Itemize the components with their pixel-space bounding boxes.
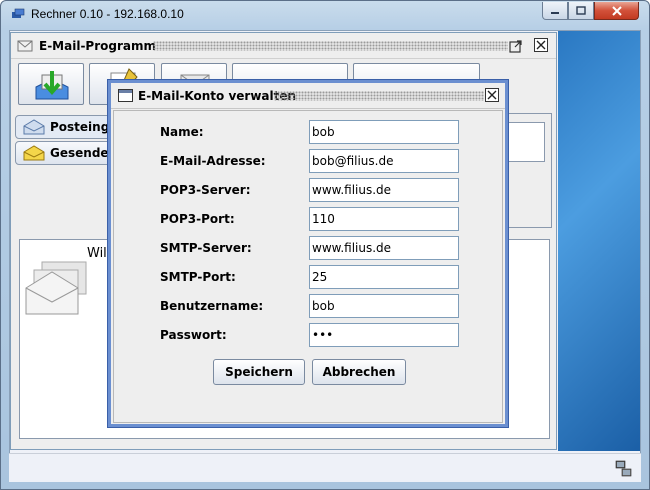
inbox-icon <box>23 119 45 135</box>
undock-icon[interactable] <box>509 39 523 53</box>
username-label: Benutzername: <box>160 299 264 313</box>
network-connection-icon[interactable] <box>615 460 633 478</box>
form-row-smtp-port: SMTP-Port: <box>114 265 504 289</box>
smtp-server-input[interactable] <box>309 236 459 260</box>
tab-sent-label: Gesende <box>50 146 109 160</box>
dialog-form: Name: E-Mail-Adresse: POP3-Server: POP3-… <box>113 110 503 423</box>
network-app-icon <box>12 8 25 18</box>
smtp-port-input[interactable] <box>309 265 459 289</box>
dialog-title: E-Mail-Konto verwalten <box>138 89 297 103</box>
outer-titlebar[interactable]: Rechner 0.10 - 192.168.0.10 <box>1 1 649 29</box>
form-row-pop3-server: POP3-Server: <box>114 178 504 202</box>
email-program-titlebar[interactable]: E-Mail-Programm <box>11 33 556 59</box>
form-row-username: Benutzername: <box>114 294 504 318</box>
password-input[interactable] <box>309 323 459 347</box>
form-row-smtp-server: SMTP-Server: <box>114 236 504 260</box>
email-program-close-button[interactable] <box>534 38 548 52</box>
smtp-server-label: SMTP-Server: <box>160 241 252 255</box>
close-icon <box>536 40 546 50</box>
titlebar-grip <box>274 91 484 101</box>
receive-mail-button[interactable] <box>18 63 84 105</box>
pop3-server-label: POP3-Server: <box>160 183 251 197</box>
status-bar <box>9 453 641 482</box>
close-icon <box>487 90 497 100</box>
pop3-port-label: POP3-Port: <box>160 212 235 226</box>
titlebar-grip <box>153 41 508 51</box>
download-mail-icon <box>35 71 69 100</box>
email-label: E-Mail-Adresse: <box>160 154 266 168</box>
form-row-email: E-Mail-Adresse: <box>114 149 504 173</box>
desktop-background <box>558 31 640 451</box>
envelope-icon <box>17 40 33 52</box>
dialog-close-button[interactable] <box>485 88 499 102</box>
email-input[interactable] <box>309 149 459 173</box>
maximize-button[interactable] <box>568 2 594 20</box>
name-label: Name: <box>160 125 204 139</box>
window-close-button[interactable] <box>594 2 639 20</box>
pop3-port-input[interactable] <box>309 207 459 231</box>
name-input[interactable] <box>309 120 459 144</box>
dialog-titlebar[interactable]: E-Mail-Konto verwalten <box>111 83 505 109</box>
form-row-password: Passwort: <box>114 323 504 347</box>
smtp-port-label: SMTP-Port: <box>160 270 236 284</box>
email-program-title: E-Mail-Programm <box>39 39 156 53</box>
envelope-stack-icon <box>25 261 87 315</box>
email-account-dialog: E-Mail-Konto verwalten Name: E-Mail-Adre… <box>108 80 508 427</box>
save-button[interactable]: Speichern <box>213 359 305 385</box>
minimize-icon <box>551 11 559 14</box>
form-row-pop3-port: POP3-Port: <box>114 207 504 231</box>
minimize-button[interactable] <box>542 2 568 20</box>
window-icon <box>118 89 133 102</box>
mail-view-text: Will <box>87 246 111 261</box>
password-label: Passwort: <box>160 328 227 342</box>
outer-window-title: Rechner 0.10 - 192.168.0.10 <box>31 7 184 21</box>
sent-icon <box>23 145 45 161</box>
maximize-icon <box>576 6 586 15</box>
form-row-name: Name: <box>114 120 504 144</box>
cancel-button[interactable]: Abbrechen <box>312 359 406 385</box>
pop3-server-input[interactable] <box>309 178 459 202</box>
close-icon <box>611 5 622 16</box>
username-input[interactable] <box>309 294 459 318</box>
